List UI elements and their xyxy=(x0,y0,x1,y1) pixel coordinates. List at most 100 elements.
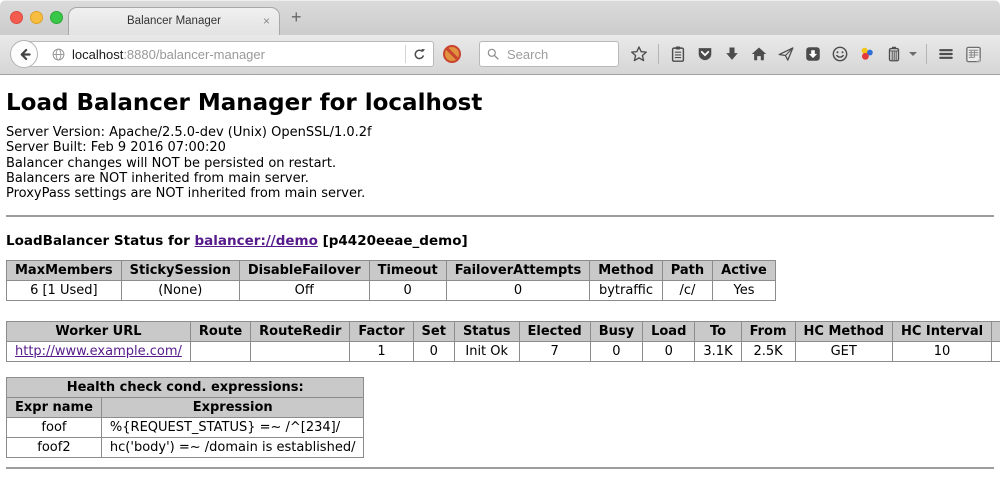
table-header-cell: Timeout xyxy=(369,261,446,281)
table-header-cell: Route xyxy=(190,322,250,342)
expr-name-cell: foof2 xyxy=(7,438,102,458)
back-arrow-icon xyxy=(17,47,32,62)
minimize-window-button[interactable] xyxy=(30,11,43,24)
table-header-row: Worker URL Route RouteRedir Factor Set S… xyxy=(7,322,1000,342)
table-header-cell: Expression xyxy=(101,398,364,418)
table-cell: 7 xyxy=(519,342,590,362)
health-table-title: Health check cond. expressions: xyxy=(7,378,364,398)
loadbalancer-status-heading: LoadBalancer Status for balancer://demo … xyxy=(6,233,994,249)
table-header-cell: Passes xyxy=(992,322,1000,342)
server-built-line: Server Built: Feb 9 2016 07:00:20 xyxy=(6,140,994,155)
smiley-icon[interactable] xyxy=(830,44,850,64)
table-header-cell: RouteRedir xyxy=(251,322,350,342)
tab-balancer-manager[interactable]: Balancer Manager × xyxy=(68,7,280,35)
home-icon[interactable] xyxy=(749,44,769,64)
table-header-cell: HC Method xyxy=(795,322,892,342)
toolbar-separator xyxy=(926,44,927,64)
table-header-cell: Path xyxy=(662,261,712,281)
table-cell: Init Ok xyxy=(454,342,519,362)
search-icon xyxy=(486,47,500,61)
table-cell: 0 xyxy=(413,342,454,362)
table-header-cell: Status xyxy=(454,322,519,342)
expr-name-cell: foof xyxy=(7,418,102,438)
tab-title: Balancer Manager xyxy=(69,8,279,34)
table-header-cell: HC Interval xyxy=(892,322,991,342)
table-row: foof2 hc('body') =~ /domain is establish… xyxy=(7,438,364,458)
downloads-icon[interactable] xyxy=(722,44,742,64)
expression-cell: hc('body') =~ /domain is established/ xyxy=(101,438,364,458)
table-row: foof %{REQUEST_STATUS} =~ /^[234]/ xyxy=(7,418,364,438)
clipboard-icon[interactable] xyxy=(668,44,688,64)
table-cell: /c/ xyxy=(662,281,712,301)
table-header-cell: FailoverAttempts xyxy=(446,261,590,281)
extension-page-icon[interactable] xyxy=(963,44,983,64)
balancers-notice-line: Balancers are NOT inherited from main se… xyxy=(6,171,994,186)
table-header-cell: Factor xyxy=(350,322,413,342)
url-domain: localhost xyxy=(72,47,123,62)
balancer-demo-link[interactable]: balancer://demo xyxy=(195,233,318,249)
table-cell: Yes xyxy=(713,281,776,301)
table-cell: http://www.example.com/ xyxy=(7,342,191,362)
table-cell: 6 [1 Used] xyxy=(7,281,122,301)
table-header-cell: Set xyxy=(413,322,454,342)
table-header-row: Expr name Expression xyxy=(7,398,364,418)
zoom-window-button[interactable] xyxy=(50,11,63,24)
heading-suffix: [p4420eeae_demo] xyxy=(318,233,468,249)
section-divider xyxy=(6,215,994,217)
table-header-cell: To xyxy=(695,322,741,342)
dropdown-caret-icon[interactable] xyxy=(909,52,917,56)
balancer-settings-table: MaxMembers StickySession DisableFailover… xyxy=(6,260,776,301)
colored-dots-addon-icon[interactable] xyxy=(857,44,877,64)
table-header-cell: Worker URL xyxy=(7,322,191,342)
table-cell: (None) xyxy=(121,281,239,301)
heading-prefix: LoadBalancer Status for xyxy=(6,233,195,249)
health-check-table: Health check cond. expressions: Expr nam… xyxy=(6,377,364,458)
table-cell: 0 xyxy=(446,281,590,301)
browser-window: Balancer Manager × + localhost:8880/bala… xyxy=(0,0,1000,491)
navigation-toolbar: localhost:8880/balancer-manager xyxy=(0,35,1000,75)
send-plane-icon[interactable] xyxy=(776,44,796,64)
new-tab-button[interactable]: + xyxy=(291,3,302,31)
close-window-button[interactable] xyxy=(10,11,23,24)
table-cell: 2.5K xyxy=(741,342,795,362)
table-cell: Off xyxy=(239,281,369,301)
url-bar[interactable]: localhost:8880/balancer-manager xyxy=(24,41,434,67)
reload-icon[interactable] xyxy=(412,47,427,62)
server-version-line: Server Version: Apache/2.5.0-dev (Unix) … xyxy=(6,125,994,140)
table-header-cell: StickySession xyxy=(121,261,239,281)
expression-cell: %{REQUEST_STATUS} =~ /^[234]/ xyxy=(101,418,364,438)
video-download-icon[interactable] xyxy=(803,44,823,64)
server-info: Server Version: Apache/2.5.0-dev (Unix) … xyxy=(6,125,994,201)
table-header-cell: DisableFailover xyxy=(239,261,369,281)
bottom-divider xyxy=(6,467,994,469)
table-header-cell: Expr name xyxy=(7,398,102,418)
url-text[interactable]: localhost:8880/balancer-manager xyxy=(72,47,399,62)
table-cell: 0 xyxy=(590,342,642,362)
table-title-row: Health check cond. expressions: xyxy=(7,378,364,398)
table-cell: 3.1K xyxy=(695,342,741,362)
table-header-cell: Active xyxy=(713,261,776,281)
table-header-cell: Busy xyxy=(590,322,642,342)
table-header-cell: From xyxy=(741,322,795,342)
flash-block-icon[interactable] xyxy=(443,45,461,63)
toolbar-separator xyxy=(658,44,659,64)
search-box[interactable] xyxy=(479,41,619,67)
worker-url-link[interactable]: http://www.example.com/ xyxy=(15,344,182,359)
tab-strip: Balancer Manager × + xyxy=(0,0,1000,35)
table-header-cell: MaxMembers xyxy=(7,261,122,281)
table-header-row: MaxMembers StickySession DisableFailover… xyxy=(7,261,776,281)
urlbar-separator xyxy=(405,45,406,63)
bookmark-star-icon[interactable] xyxy=(629,44,649,64)
table-cell: 1 xyxy=(350,342,413,362)
back-button[interactable] xyxy=(10,40,38,68)
menu-icon[interactable] xyxy=(936,44,956,64)
tab-close-icon[interactable]: × xyxy=(263,8,270,34)
table-header-cell: Method xyxy=(590,261,662,281)
battery-container-icon[interactable] xyxy=(884,44,904,64)
pocket-icon[interactable] xyxy=(695,44,715,64)
page-title: Load Balancer Manager for localhost xyxy=(6,90,994,116)
search-input[interactable] xyxy=(505,46,612,63)
site-identity-globe-icon[interactable] xyxy=(51,47,66,62)
table-cell: 1 (0) xyxy=(992,342,1000,362)
toolbar-icons xyxy=(629,40,983,68)
